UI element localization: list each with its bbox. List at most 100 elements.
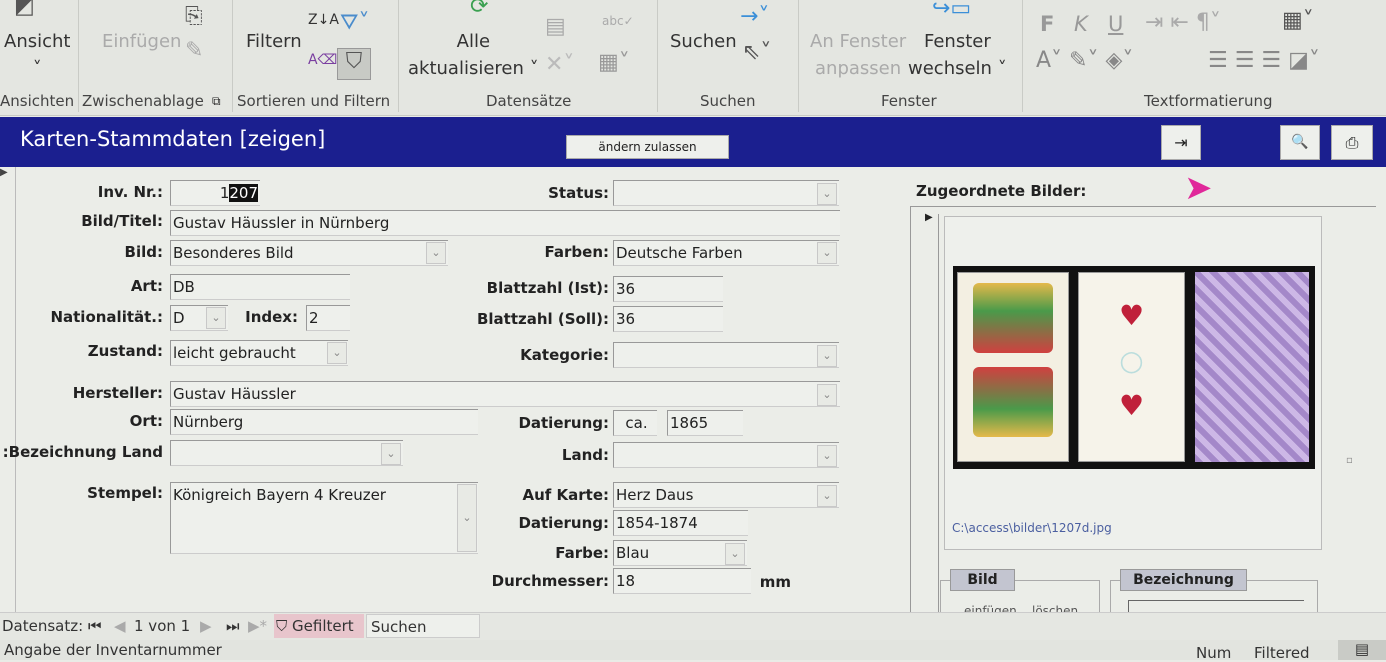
label-durchmesser: Durchmesser: bbox=[491, 572, 609, 590]
preview-button[interactable]: 🔍 bbox=[1280, 125, 1320, 160]
prev-record-button[interactable]: ◀ bbox=[114, 617, 126, 635]
format-painter-icon[interactable]: ✎ bbox=[185, 38, 203, 63]
farben-select[interactable]: Deutsche Farben bbox=[613, 240, 839, 266]
indent-icons[interactable]: ⇥ ⇤ ¶˅ bbox=[1145, 10, 1221, 35]
chevron-down-icon[interactable]: ⌄ bbox=[817, 445, 837, 467]
label-nationalitaet: Nationalität.: bbox=[50, 308, 163, 326]
status-select[interactable] bbox=[613, 180, 839, 206]
record-selector[interactable]: ▶ bbox=[0, 167, 16, 612]
align-icons[interactable]: ☰ ☰ ☰ ◪˅ bbox=[1208, 48, 1320, 73]
inv-part: 1 bbox=[219, 184, 230, 202]
land-select[interactable] bbox=[613, 442, 839, 468]
titel-input[interactable]: Gustav Häussler in Nürnberg bbox=[170, 210, 840, 236]
zustand-select[interactable]: leicht gebraucht bbox=[170, 340, 348, 366]
record-position-input[interactable]: 1 von 1 bbox=[134, 617, 190, 635]
filter-toggle[interactable]: ⛉ Gefiltert bbox=[274, 614, 364, 638]
label-stempel: Stempel: bbox=[87, 484, 163, 502]
goto-icon[interactable]: →˅ bbox=[740, 4, 769, 29]
divider bbox=[1022, 0, 1023, 112]
chevron-down-icon[interactable]: ⌄ bbox=[206, 307, 226, 329]
alle-label: Alle bbox=[456, 31, 491, 52]
chevron-down-icon[interactable]: ⌄ bbox=[817, 485, 837, 507]
scrollbar[interactable]: ▫ bbox=[1346, 455, 1353, 466]
kategorie-select[interactable] bbox=[613, 342, 839, 368]
bold-button[interactable]: F bbox=[1040, 12, 1054, 36]
advanced-filter-icon[interactable]: ⛛˅ bbox=[340, 10, 369, 35]
label-titel: Bild/Titel: bbox=[81, 212, 163, 230]
aktualisieren-label: aktualisieren bbox=[408, 58, 524, 79]
gridlines-icon[interactable]: ▦˅ bbox=[1282, 8, 1314, 33]
chevron-down-icon[interactable]: ⌄ bbox=[725, 543, 745, 565]
filtern-label: Filtern bbox=[246, 31, 302, 52]
card-image: ♥ ○ ♥ bbox=[953, 266, 1315, 469]
italic-button[interactable]: K bbox=[1074, 12, 1088, 36]
label-blattzahl-soll: Blattzahl (Soll): bbox=[476, 310, 609, 328]
art-input[interactable]: DB bbox=[170, 274, 350, 300]
more-icon[interactable]: ▦˅ bbox=[598, 50, 630, 75]
num-lock-indicator: Num bbox=[1196, 644, 1232, 662]
fenster-wechseln-button[interactable]: Fenster wechseln ˅ bbox=[908, 28, 1007, 82]
alle-aktualisieren-button[interactable]: Alle aktualisieren ˅ bbox=[408, 28, 539, 82]
next-record-button[interactable]: ▶ bbox=[200, 617, 212, 635]
chevron-down-icon[interactable]: ⌄ bbox=[426, 242, 446, 264]
sort-descending-icon[interactable]: Z↓A bbox=[308, 12, 339, 28]
chevron-down-icon[interactable]: ⌄ bbox=[381, 443, 401, 465]
datierung-input[interactable]: 1865 bbox=[667, 410, 743, 436]
datierung-ca-input[interactable]: ca. bbox=[613, 410, 657, 436]
filter-icon: ⛉ bbox=[276, 617, 288, 635]
toggle-filter-icon[interactable]: ⛉ bbox=[337, 48, 371, 80]
form-title: Karten-Stammdaten [zeigen] bbox=[20, 127, 326, 151]
select-icon[interactable]: ⇖˅ bbox=[742, 40, 771, 65]
form-view-icon[interactable]: ▤ bbox=[1338, 640, 1386, 660]
chevron-down-icon[interactable]: ⌄ bbox=[817, 345, 837, 367]
ansicht-button[interactable]: Ansicht ˅ bbox=[4, 28, 70, 82]
label-farbe: Farbe: bbox=[555, 544, 609, 562]
label-datierung: Datierung: bbox=[518, 414, 609, 432]
spelling-icon[interactable]: abc✓ bbox=[602, 14, 634, 28]
exit-button[interactable]: ⇥ bbox=[1161, 125, 1201, 160]
last-record-button[interactable]: ⏭ bbox=[226, 617, 240, 635]
blattzahl-ist-input[interactable]: 36 bbox=[613, 276, 723, 302]
font-color-icon[interactable]: A˅ ✎˅ ◈˅ bbox=[1036, 48, 1133, 73]
chevron-down-icon[interactable]: ⌄ bbox=[817, 183, 837, 205]
einfuegen-button[interactable]: Einfügen bbox=[102, 28, 181, 55]
ribbon: ◩ Ansicht ˅ Ansichten ⎘ ✎ Einfügen Zwisch… bbox=[0, 0, 1386, 116]
blattzahl-soll-input[interactable]: 36 bbox=[613, 306, 723, 332]
new-record-icon[interactable]: ▤ bbox=[545, 14, 566, 39]
suchen-button[interactable]: Suchen bbox=[670, 28, 737, 55]
stempel-textarea[interactable]: Königreich Bayern 4 Kreuzer bbox=[170, 482, 478, 554]
delete-icon[interactable]: ✕˅ bbox=[545, 52, 574, 77]
print-button[interactable]: ⎙ bbox=[1331, 125, 1373, 160]
copy-icon[interactable]: ⎘ bbox=[185, 4, 203, 29]
chevron-down-icon[interactable]: ⌄ bbox=[817, 384, 837, 406]
label-art: Art: bbox=[130, 277, 163, 295]
label-inv: Inv. Nr.: bbox=[97, 183, 163, 201]
auf-karte-select[interactable]: Herz Daus bbox=[613, 482, 839, 508]
new-record-button[interactable]: ▶* bbox=[248, 617, 267, 635]
first-record-button[interactable]: ⏮ bbox=[88, 617, 102, 635]
filtern-button[interactable]: Filtern bbox=[246, 28, 302, 55]
dialog-launcher-icon[interactable]: ⧉ bbox=[212, 94, 221, 109]
label-index: Index: bbox=[245, 308, 298, 326]
chevron-down-icon[interactable]: ⌄ bbox=[817, 242, 837, 264]
index-input[interactable]: 2 bbox=[306, 305, 350, 331]
aendern-zulassen-button[interactable]: ändern zulassen bbox=[566, 135, 729, 159]
ort-input[interactable]: Nürnberg bbox=[170, 409, 478, 435]
inv-nr-input[interactable]: 1207 bbox=[170, 180, 260, 206]
clear-sort-icon[interactable]: A⌫ bbox=[308, 52, 337, 68]
divider bbox=[398, 0, 399, 112]
an-fenster-anpassen-button[interactable]: An Fenster anpassen bbox=[810, 28, 906, 82]
bezeichnung-land-select[interactable] bbox=[170, 440, 403, 466]
datierung-2-input[interactable]: 1854-1874 bbox=[613, 510, 748, 536]
subform-record-selector[interactable]: ▶ bbox=[925, 212, 933, 223]
bild-select[interactable]: Besonderes Bild bbox=[170, 240, 448, 266]
group-sortieren: Sortieren und Filtern bbox=[237, 92, 391, 110]
fenster-label: Fenster bbox=[923, 31, 991, 52]
anpassen-label: anpassen bbox=[815, 58, 902, 79]
search-input[interactable]: Suchen bbox=[366, 614, 480, 638]
underline-button[interactable]: U bbox=[1108, 12, 1123, 36]
durchmesser-input[interactable]: 18 bbox=[613, 568, 751, 594]
chevron-down-icon[interactable]: ⌄ bbox=[327, 342, 347, 364]
hersteller-select[interactable]: Gustav Häussler bbox=[170, 381, 840, 407]
label-auf-karte: Auf Karte: bbox=[522, 486, 609, 504]
